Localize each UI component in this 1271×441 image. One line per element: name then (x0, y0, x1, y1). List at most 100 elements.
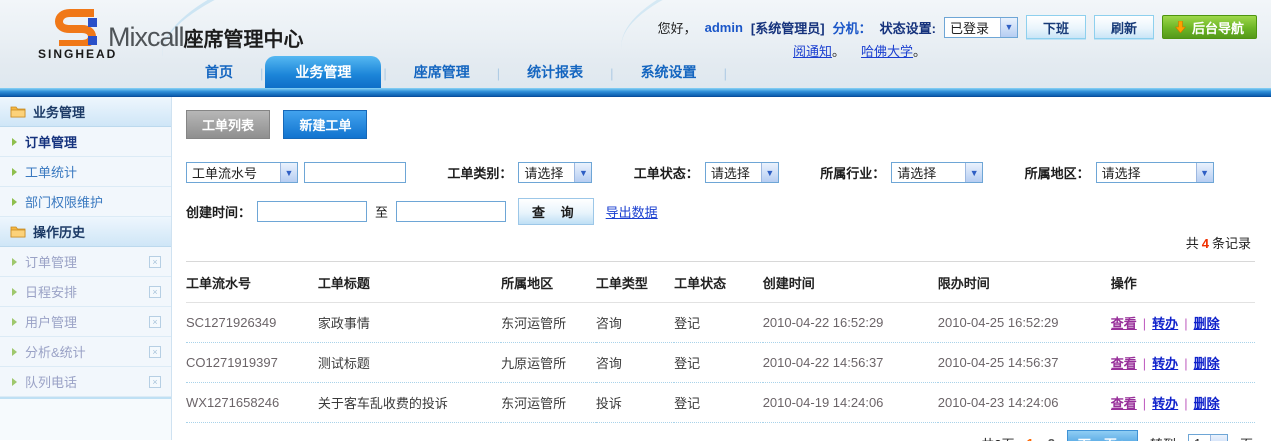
region-filter-value: 请选择 (1097, 163, 1196, 182)
nav-tab[interactable]: 座席管理 (387, 57, 497, 88)
sidebar-item[interactable]: 日程安排× (0, 277, 171, 307)
sidebar-item[interactable]: 工单统计 (0, 157, 171, 187)
close-icon[interactable]: × (149, 346, 161, 358)
search-button[interactable]: 查 询 (518, 198, 594, 225)
arrow-bullet-icon (12, 288, 17, 296)
worksheet-table: 工单流水号工单标题所属地区工单类型工单状态创建时间限办时间操作 SC127192… (186, 261, 1255, 423)
search-keyword-input[interactable] (304, 162, 406, 183)
page-number[interactable]: 2 (1048, 436, 1055, 441)
backend-nav-button[interactable]: 后台导航 (1162, 15, 1257, 39)
status-filter-select[interactable]: 请选择 ▼ (705, 162, 779, 183)
search-field-select[interactable]: 工单流水号 ▼ (186, 162, 298, 183)
sidebar-filler (0, 397, 171, 440)
sidebar-section-header: 操作历史 (0, 217, 171, 247)
refresh-button[interactable]: 刷新 (1094, 15, 1154, 39)
region-filter-select[interactable]: 请选择 ▼ (1096, 162, 1214, 183)
cell-actions: 查看|转办|删除 (1111, 343, 1255, 383)
records-prefix: 共 (1186, 236, 1199, 251)
close-icon[interactable]: × (149, 256, 161, 268)
worksheet-list-tab-button[interactable]: 工单列表 (186, 110, 270, 139)
action-separator: | (1137, 316, 1152, 331)
created-to-input[interactable] (396, 201, 506, 222)
created-time-label: 创建时间： (186, 202, 251, 221)
table-row: WX1271658246关于客车乱收费的投诉东河运管所投诉登记2010-04-1… (186, 383, 1255, 423)
sidebar-item[interactable]: 订单管理 (0, 127, 171, 157)
next-page-button[interactable]: 下一页 ▸ (1067, 430, 1138, 441)
view-link[interactable]: 查看 (1111, 396, 1137, 411)
status-select[interactable]: 已登录 ▼ (944, 17, 1018, 38)
industry-filter-select[interactable]: 请选择 ▼ (891, 162, 983, 183)
delete-link[interactable]: 删除 (1194, 356, 1220, 371)
nav-tab[interactable]: 统计报表 (500, 57, 610, 88)
nav-tab[interactable]: 系统设置 (614, 57, 724, 88)
table-header-cell: 工单标题 (318, 262, 501, 303)
sidebar-item[interactable]: 用户管理 × (0, 307, 171, 337)
table-header-cell: 操作 (1111, 262, 1255, 303)
backend-nav-label: 后台导航 (1192, 18, 1244, 37)
sidebar-item-label: 分析&统计 (25, 342, 86, 361)
view-link[interactable]: 查看 (1111, 356, 1137, 371)
sidebar-item-label: 工单统计 (25, 162, 77, 181)
page-suffix-label: 页 (1240, 434, 1253, 441)
sidebar-item[interactable]: 订单管理× (0, 247, 171, 277)
total-pages-label: 共2页 (981, 434, 1014, 441)
off-duty-button[interactable]: 下班 (1026, 15, 1086, 39)
chevron-down-icon: ▼ (1000, 18, 1017, 37)
notice-link[interactable]: 阅通知 (793, 44, 832, 59)
nav-tab[interactable]: 业务管理 (265, 56, 381, 88)
transfer-link[interactable]: 转办 (1152, 396, 1178, 411)
close-icon[interactable]: × (149, 316, 161, 328)
export-data-link[interactable]: 导出数据 (606, 202, 658, 221)
status-setting-label: 状态设置: (880, 18, 936, 37)
action-separator: | (1178, 356, 1193, 371)
chevron-down-icon: ▼ (965, 163, 982, 182)
cell-title: 关于客车乱收费的投诉 (318, 383, 501, 423)
new-worksheet-button[interactable]: 新建工单 (283, 110, 367, 139)
nav-tabs: 首页|业务管理|座席管理|统计报表|系统设置| (178, 60, 1271, 88)
cell-title: 家政事情 (318, 303, 501, 343)
arrow-bullet-icon (12, 138, 17, 146)
nav-tab[interactable]: 首页 (178, 57, 260, 88)
action-separator: | (1137, 356, 1152, 371)
delete-link[interactable]: 删除 (1194, 316, 1220, 331)
table-header-row: 工单流水号工单标题所属地区工单类型工单状态创建时间限办时间操作 (186, 262, 1255, 303)
close-icon[interactable]: × (149, 286, 161, 298)
notice-link-wrap: 阅通知。 (793, 41, 845, 60)
transfer-link[interactable]: 转办 (1152, 316, 1178, 331)
sidebar-item-label: 订单管理 (25, 132, 77, 151)
cell-worksheet-id: CO1271919397 (186, 343, 318, 383)
sidebar-item[interactable]: 部门权限维护 (0, 187, 171, 217)
transfer-link[interactable]: 转办 (1152, 356, 1178, 371)
close-icon[interactable]: × (149, 376, 161, 388)
arrow-bullet-icon (12, 258, 17, 266)
region-filter-label: 所属地区： (1025, 163, 1090, 182)
page-numbers: 12 (1026, 436, 1054, 441)
nav-bottom-strip (0, 88, 1271, 97)
school-link-wrap: 哈佛大学。 (861, 41, 926, 60)
toolbar: 工单列表 新建工单 (186, 110, 1255, 139)
cell-actions: 查看|转办|删除 (1111, 383, 1255, 423)
sidebar-item[interactable]: 队列电话× (0, 367, 171, 397)
goto-page-select[interactable]: 1 ▼ (1188, 434, 1228, 441)
app-title-zh: 座席管理中心 (184, 29, 304, 51)
page-number[interactable]: 1 (1026, 436, 1033, 441)
sidebar-section-title: 操作历史 (33, 222, 85, 241)
created-from-input[interactable] (257, 201, 367, 222)
cell-created-time: 2010-04-22 14:56:37 (763, 343, 938, 383)
folder-icon (10, 105, 26, 118)
singhead-s-icon (50, 6, 104, 46)
sidebar: 业务管理订单管理工单统计部门权限维护操作历史订单管理×日程安排×用户管理×分析&… (0, 97, 172, 440)
industry-filter-value: 请选择 (892, 163, 965, 182)
cell-region: 九原运管所 (501, 343, 596, 383)
arrow-bullet-icon (12, 318, 17, 326)
sidebar-item-label: 用户管理 (25, 312, 77, 331)
table-header-cell: 限办时间 (938, 262, 1111, 303)
type-filter-select[interactable]: 请选择 ▼ (518, 162, 592, 183)
goto-page-value: 1 (1189, 436, 1210, 441)
table-header-cell: 所属地区 (501, 262, 596, 303)
sidebar-item[interactable]: 分析&统计 × (0, 337, 171, 367)
industry-filter-label: 所属行业： (820, 163, 885, 182)
school-link[interactable]: 哈佛大学 (861, 44, 913, 59)
view-link[interactable]: 查看 (1111, 316, 1137, 331)
delete-link[interactable]: 删除 (1194, 396, 1220, 411)
